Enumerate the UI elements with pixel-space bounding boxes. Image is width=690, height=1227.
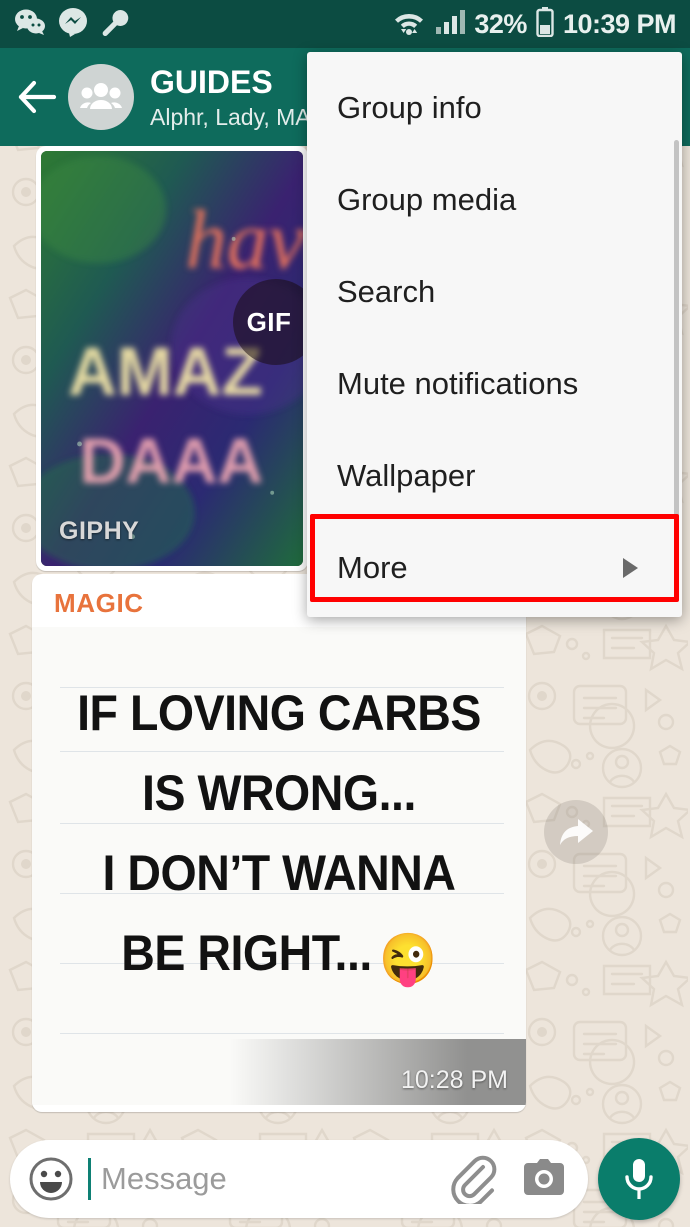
message-input-pill[interactable]: Message [10, 1139, 588, 1218]
giphy-watermark: GIPHY [59, 517, 140, 545]
menu-item-group-info[interactable]: Group info [307, 62, 682, 154]
chat-title-block[interactable]: GUIDES Alphr, Lady, MA [150, 63, 311, 132]
message-timestamp-overlay: 10:28 PM [32, 1039, 526, 1105]
svg-text:AMAZ: AMAZ [68, 335, 263, 411]
chat-participants-label: Alphr, Lady, MA [150, 103, 311, 130]
page-title: GUIDES [150, 63, 273, 100]
wechat-icon [14, 8, 46, 41]
menu-item-label: Mute notifications [337, 366, 579, 401]
status-bar: 32% 10:39 PM [0, 0, 690, 48]
meme-line-1: IF LOVING CARBS [77, 685, 481, 741]
message-bubble-meme[interactable]: MAGIC IF LOVING CARBS IS WRONG... I DON’… [32, 574, 526, 1112]
overflow-menu[interactable]: Group info Group media Search Mute notif… [307, 52, 682, 617]
meme-text: IF LOVING CARBS IS WRONG... I DON’T WANN… [49, 673, 508, 999]
battery-percent-label: 32% [474, 8, 527, 39]
message-bubble-gif[interactable]: have AMAZ DAAA GIF GIPHY [36, 146, 308, 571]
meme-line-4: BE RIGHT... [121, 925, 372, 981]
gif-badge-label: GIF [246, 306, 292, 337]
messenger-icon [58, 7, 88, 42]
menu-item-search[interactable]: Search [307, 246, 682, 338]
whatsapp-chat-screen: 32% 10:39 PM GUIDES Alphr, Lady, MA hav … [0, 0, 690, 1227]
menu-item-group-media[interactable]: Group media [307, 154, 682, 246]
message-timestamp: 10:28 PM [400, 1066, 508, 1094]
menu-scrollbar[interactable] [674, 140, 679, 558]
battery-icon [536, 6, 554, 42]
emoji-smiley-icon[interactable] [28, 1156, 74, 1202]
microphone-icon[interactable] [598, 1137, 680, 1220]
meme-line-3: I DON’T WANNA [102, 845, 456, 901]
menu-item-label: Group media [337, 182, 517, 217]
menu-item-label: Group info [337, 90, 482, 125]
menu-item-mute-notifications[interactable]: Mute notifications [307, 338, 682, 430]
group-avatar-icon[interactable] [68, 64, 134, 130]
wrench-icon [100, 7, 130, 42]
meme-line-4-wrap: BE RIGHT... 😜 [66, 913, 492, 999]
meme-image: IF LOVING CARBS IS WRONG... I DON’T WANN… [32, 627, 526, 1105]
menu-item-wallpaper[interactable]: Wallpaper [307, 430, 682, 522]
status-bar-clock: 10:39 PM [562, 8, 677, 39]
menu-item-label: Wallpaper [337, 458, 476, 493]
triangle-right-icon [623, 558, 638, 578]
menu-item-more[interactable]: More [307, 522, 682, 614]
meme-line-2: IS WRONG... [142, 765, 416, 821]
paper-rule-line [60, 1033, 504, 1034]
paperclip-icon[interactable] [448, 1154, 498, 1208]
message-input-bar: Message [0, 1130, 690, 1227]
cellular-signal-icon [435, 9, 466, 40]
gif-media: have AMAZ DAAA GIF GIPHY [41, 151, 303, 566]
menu-item-label: More [337, 550, 408, 585]
status-bar-app-icons [14, 7, 130, 42]
wifi-icon [392, 8, 426, 41]
svg-text:have: have [185, 195, 303, 288]
text-cursor [88, 1157, 91, 1200]
forward-arrow-icon[interactable] [544, 800, 608, 864]
camera-icon[interactable] [520, 1157, 568, 1201]
svg-text:DAAA: DAAA [80, 425, 264, 497]
status-bar-system-icons: 32% 10:39 PM [392, 6, 677, 42]
search-input[interactable]: Message [101, 1161, 448, 1197]
menu-item-label: Search [337, 274, 436, 309]
back-arrow-icon[interactable] [14, 74, 60, 120]
winking-tongue-emoji: 😜 [379, 931, 437, 987]
